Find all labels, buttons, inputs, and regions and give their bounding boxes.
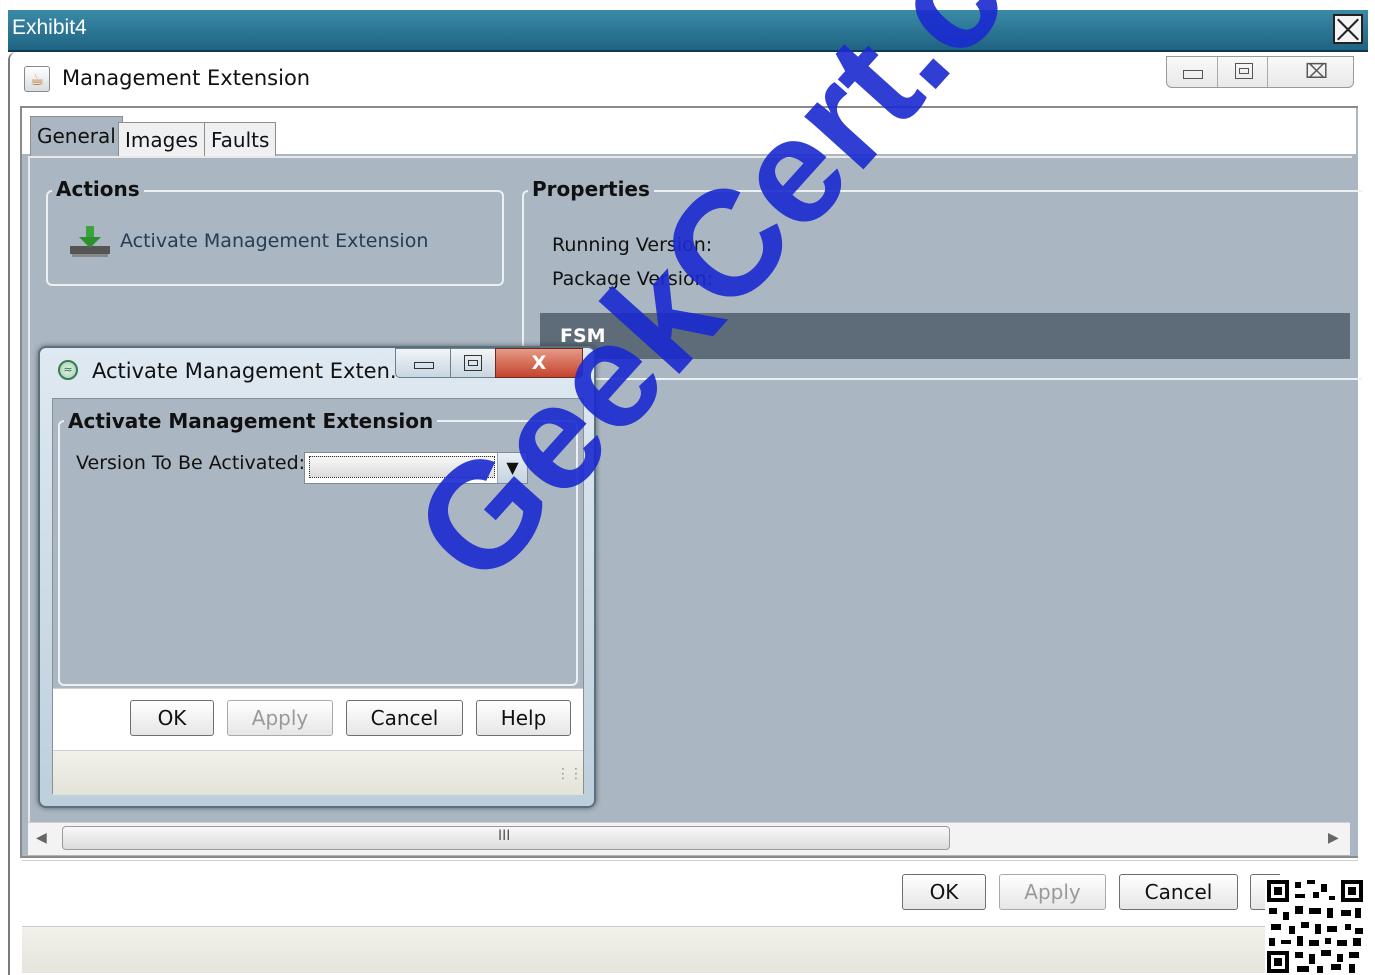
tab-images[interactable]: Images	[118, 122, 206, 156]
dialog-maximize-button[interactable]	[450, 348, 496, 378]
chevron-down-icon[interactable]: ▼	[497, 453, 527, 483]
tab-general[interactable]: General	[30, 116, 123, 156]
java-app-icon: ☕	[24, 66, 50, 92]
cancel-button[interactable]: Cancel	[1119, 874, 1238, 910]
scroll-right-arrow-icon[interactable]: ▶	[1328, 830, 1339, 846]
dialog-close-button[interactable]: X	[495, 348, 583, 378]
fsm-section-header[interactable]	[540, 313, 1350, 359]
close-button[interactable]: ⌧	[1267, 57, 1355, 87]
minimize-icon	[414, 362, 434, 369]
dialog-status-bar	[53, 750, 583, 795]
main-status-bar	[22, 926, 1358, 973]
minimize-button[interactable]	[1167, 57, 1218, 87]
qr-code-icon	[1265, 878, 1365, 975]
dialog-minimize-button[interactable]	[395, 348, 451, 378]
ok-button[interactable]: OK	[902, 874, 986, 910]
maximize-button[interactable]	[1217, 57, 1268, 87]
actions-group-title: Actions	[52, 177, 144, 201]
exhibit-title: Exhibit4	[12, 16, 87, 39]
running-version-label: Running Version:	[552, 234, 713, 256]
window-controls: ⌧	[1166, 56, 1354, 88]
dialog-title: Activate Management Exten...	[92, 359, 410, 383]
version-to-be-activated-label: Version To Be Activated:	[76, 452, 306, 474]
package-version-label: Package Version:	[552, 268, 714, 290]
resize-grip-icon[interactable]: ⋮⋮	[556, 766, 583, 782]
dialog-apply-button[interactable]: Apply	[227, 700, 333, 736]
exhibit-close-icon[interactable]	[1333, 14, 1363, 44]
properties-group-title: Properties	[528, 177, 654, 201]
scrollbar-grip: III	[498, 828, 511, 844]
tab-faults[interactable]: Faults	[204, 122, 277, 156]
fsm-label: FSM	[560, 325, 606, 347]
apply-button[interactable]: Apply	[999, 874, 1106, 910]
dialog-app-icon: ≈	[58, 360, 78, 380]
activate-management-extension-link[interactable]: Activate Management Extension	[120, 230, 428, 252]
dialog-ok-button[interactable]: OK	[130, 700, 214, 736]
version-select-value[interactable]	[309, 456, 495, 478]
activate-group-title: Activate Management Extension	[64, 409, 438, 433]
minimize-icon	[1183, 70, 1203, 79]
window-title: Management Extension	[62, 66, 311, 90]
maximize-icon	[464, 355, 482, 371]
dialog-help-button[interactable]: Help	[476, 700, 571, 736]
maximize-icon	[1235, 63, 1253, 79]
exhibit-title-bar	[8, 10, 1368, 52]
download-to-server-icon	[70, 226, 110, 257]
dialog-cancel-button[interactable]: Cancel	[346, 700, 463, 736]
close-icon: ⌧	[1305, 59, 1329, 83]
scroll-left-arrow-icon[interactable]: ◀	[36, 830, 47, 846]
